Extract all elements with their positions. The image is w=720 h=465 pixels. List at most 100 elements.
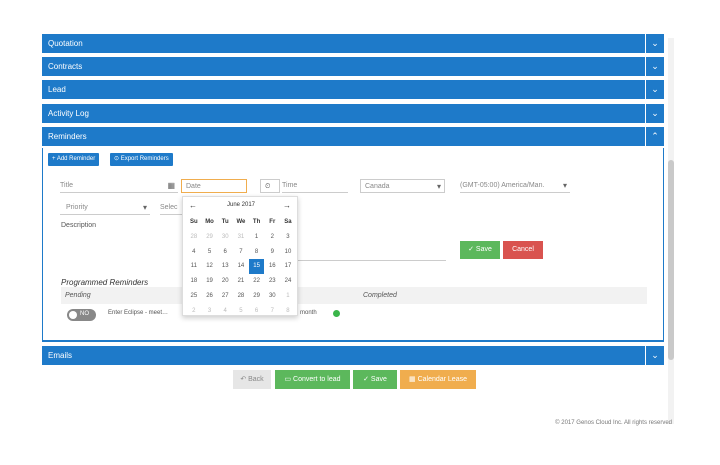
completed-header: Completed	[363, 292, 397, 299]
calendar-day[interactable]: 1	[280, 289, 296, 304]
timezone-select[interactable]: (GMT-05:00) America/Man. ▾	[460, 179, 570, 193]
type-select[interactable]: Selec	[160, 201, 182, 215]
calendar-day[interactable]: 6	[217, 245, 233, 260]
clock-button[interactable]: ⏲	[260, 179, 280, 193]
date-placeholder: Date	[186, 183, 201, 190]
calendar-day[interactable]: 13	[217, 259, 233, 274]
chevron-down-icon[interactable]: ⌄	[645, 57, 664, 76]
cancel-reminder-button[interactable]: Cancel	[503, 241, 543, 259]
calendar-day[interactable]: 26	[202, 289, 218, 304]
calendar-day[interactable]: 18	[186, 274, 202, 289]
calendar-day[interactable]: 4	[186, 245, 202, 260]
calendar-day[interactable]: 7	[233, 245, 249, 260]
chevron-up-icon[interactable]: ⌃	[645, 127, 664, 146]
calendar-day[interactable]: 3	[280, 230, 296, 245]
calendar-week: 18 19 20 21 22 23 24	[186, 274, 296, 289]
calendar-day[interactable]: 17	[280, 259, 296, 274]
convert-to-lead-button[interactable]: ▭ Convert to lead	[275, 370, 350, 389]
reminder-toggle[interactable]: NO	[67, 309, 96, 321]
calendar-day[interactable]: 8	[249, 245, 265, 260]
calendar-day[interactable]: 10	[280, 245, 296, 260]
calendar-day[interactable]: 6	[249, 304, 265, 319]
calendar-day[interactable]: 30	[217, 230, 233, 245]
calendar-grid: Su Mo Tu We Th Fr Sa 28 29 30 31 1 2 3 4 5 6 7 8 9 10 11 12 13 1…	[186, 215, 296, 319]
chevron-down-icon[interactable]: ⌄	[645, 34, 664, 53]
calendar-day[interactable]: 7	[264, 304, 280, 319]
title-placeholder: Title	[60, 182, 73, 189]
timezone-value: (GMT-05:00) America/Man.	[460, 182, 545, 189]
calendar-day[interactable]: 31	[233, 230, 249, 245]
calendar-day[interactable]: 20	[217, 274, 233, 289]
programmed-reminders-title: Programmed Reminders	[61, 278, 149, 287]
calendar-day[interactable]: 28	[233, 289, 249, 304]
calendar-day[interactable]: 28	[186, 230, 202, 245]
calendar-week: 28 29 30 31 1 2 3	[186, 230, 296, 245]
calendar-day[interactable]: 22	[249, 274, 265, 289]
calendar-day[interactable]: 25	[186, 289, 202, 304]
calendar-day[interactable]: 4	[217, 304, 233, 319]
add-reminder-button[interactable]: + Add Reminder	[48, 153, 100, 166]
chevron-down-icon[interactable]: ⌄	[645, 80, 664, 99]
copyright-text: © 2017 Genos Cloud Inc. All rights reser…	[555, 420, 672, 426]
section-label: Activity Log	[48, 109, 89, 118]
calendar-day[interactable]: 8	[280, 304, 296, 319]
scrollbar-thumb[interactable]	[668, 160, 674, 360]
calendar-day[interactable]: 5	[202, 245, 218, 260]
calendar-day[interactable]: 21	[233, 274, 249, 289]
calendar-day[interactable]: 14	[233, 259, 249, 274]
calendar-week: 25 26 27 28 29 30 1	[186, 289, 296, 304]
calendar-day[interactable]: 2	[186, 304, 202, 319]
calendar-month-label[interactable]: June 2017	[183, 202, 299, 208]
calendar-day[interactable]: 29	[249, 289, 265, 304]
section-label: Lead	[48, 85, 66, 94]
section-emails[interactable]: Emails ⌄	[42, 346, 664, 365]
calendar-day[interactable]: 23	[264, 274, 280, 289]
chevron-down-icon[interactable]: ⌄	[645, 346, 664, 365]
calendar-day[interactable]: 16	[264, 259, 280, 274]
title-field[interactable]: Title ▦	[60, 179, 178, 193]
next-month-icon[interactable]: →	[283, 201, 291, 210]
save-button[interactable]: ✓ Save	[353, 370, 397, 389]
calendar-day[interactable]: 19	[202, 274, 218, 289]
time-input[interactable]: Time	[282, 179, 348, 193]
caret-down-icon: ▾	[562, 181, 567, 190]
section-lead[interactable]: Lead ⌄	[42, 80, 664, 99]
calendar-week: 2345678	[186, 304, 296, 319]
calendar-day[interactable]: 2	[264, 230, 280, 245]
clock-icon: ⏲	[265, 183, 271, 190]
section-contracts[interactable]: Contracts ⌄	[42, 57, 664, 76]
calendar-day[interactable]: 9	[264, 245, 280, 260]
description-textarea[interactable]	[298, 232, 446, 261]
calendar-day[interactable]: 1	[249, 230, 265, 245]
calendar-day[interactable]: 27	[217, 289, 233, 304]
calendar-week: 11 12 13 14 15 16 17	[186, 259, 296, 275]
calendar-day[interactable]: 12	[202, 259, 218, 274]
reminder-text: Enter Eclipse - meet…	[108, 310, 169, 316]
back-button[interactable]: ↶ Back	[233, 370, 271, 389]
type-value: Selec	[160, 204, 178, 211]
section-quotation[interactable]: Quotation ⌄	[42, 34, 664, 53]
description-label: Description	[61, 222, 97, 229]
pending-header: Pending	[65, 292, 91, 299]
calendar-day[interactable]: 30	[264, 289, 280, 304]
priority-select[interactable]: Priority ▾	[60, 201, 150, 215]
country-select[interactable]: Canada ▾	[360, 179, 445, 193]
save-reminder-button[interactable]: ✓ Save	[460, 241, 500, 259]
chevron-down-icon[interactable]: ⌄	[645, 104, 664, 123]
export-reminders-button[interactable]: ⊙ Export Reminders	[110, 153, 173, 166]
section-reminders[interactable]: Reminders ⌃	[42, 127, 664, 146]
reminder-text-2: month	[300, 310, 317, 316]
calendar-day[interactable]: 24	[280, 274, 296, 289]
section-activity-log[interactable]: Activity Log ⌄	[42, 104, 664, 123]
calendar-day[interactable]: 29	[202, 230, 218, 245]
calendar-lease-button[interactable]: ▦ Calendar Lease	[400, 370, 476, 389]
calendar-day[interactable]: 3	[202, 304, 218, 319]
calendar-icon[interactable]: ▦	[167, 179, 175, 193]
calendar-dow: Su	[190, 219, 198, 225]
date-input[interactable]: Date	[181, 179, 247, 193]
calendar-dow: Fr	[269, 219, 276, 225]
caret-down-icon: ▾	[436, 182, 441, 191]
calendar-day[interactable]: 5	[233, 304, 249, 319]
calendar-day[interactable]: 15	[248, 259, 265, 275]
calendar-day[interactable]: 11	[186, 259, 202, 274]
